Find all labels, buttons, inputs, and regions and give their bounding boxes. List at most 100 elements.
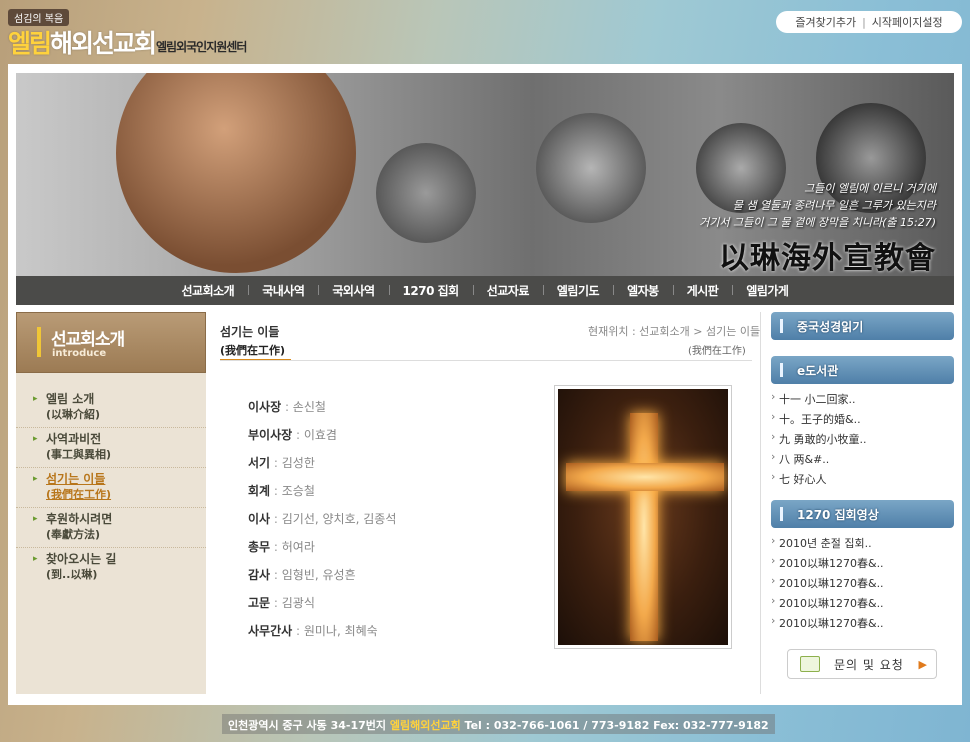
video-item[interactable]: 2010以琳1270春&..	[771, 615, 954, 635]
sidebar-item-label: 섬기는 이들	[46, 472, 106, 486]
staff-names: 임형빈, 유성흔	[281, 568, 356, 582]
staff-names: 손신철	[292, 400, 326, 414]
staff-role: 부이사장	[248, 428, 293, 442]
staff-role: 총무	[248, 540, 271, 554]
divider: |	[862, 15, 866, 29]
video-item[interactable]: 2010以琳1270春&..	[771, 555, 954, 575]
sidebar-item-label: 후원하시려면	[46, 512, 113, 526]
sidebar-item-sublabel: (奉獻方法)	[46, 528, 101, 541]
bullet-arrow-icon: ▸	[33, 434, 38, 444]
sidebar-item-sublabel: (我們在工作)	[46, 488, 112, 501]
breadcrumb: 현재위치 : 선교회소개 > 섬기는 이들	[588, 325, 761, 338]
nav-item-volunteer[interactable]: 엘자봉	[613, 282, 673, 299]
footer-bar: 인천광역시 중구 사동 34-17번지 엘림해외선교회 Tel : 032-76…	[222, 714, 775, 734]
staff-row: 서기 : 김성한	[248, 456, 315, 470]
staff-role: 이사장	[248, 400, 282, 414]
sidebar-item-directions[interactable]: ▸ 찾아오시는 길 (到..以琳)	[16, 548, 206, 588]
banner-calligraphy: 以琳海外宣教會	[719, 241, 936, 276]
banner-photo-boy	[116, 73, 356, 273]
bullet-arrow-icon: ▸	[33, 554, 38, 564]
pencil-note-icon	[800, 656, 820, 672]
library-item[interactable]: 十一 小二回家..	[771, 391, 954, 411]
nav-item-prayer[interactable]: 엘림기도	[542, 282, 613, 299]
sidebar-heading-subtitle: introduce	[52, 348, 107, 359]
video-header[interactable]: 1270 집회영상	[771, 500, 954, 528]
bookmark-link[interactable]: 즐겨찾기추가	[795, 14, 856, 30]
set-homepage-link[interactable]: 시작페이지설정	[872, 14, 943, 30]
library-item[interactable]: 十。王子的婚&..	[771, 411, 954, 431]
sidebar-item-sublabel: (事工與異相)	[46, 448, 112, 461]
nav-item-domestic[interactable]: 국내사역	[248, 282, 318, 299]
sidebar-item-label: 엘림 소개	[46, 392, 95, 406]
staff-role: 회계	[248, 484, 271, 498]
library-item[interactable]: 八 两&#..	[771, 451, 954, 471]
nav-item-resources[interactable]: 선교자료	[472, 282, 543, 299]
heading-bar	[37, 327, 41, 357]
staff-names: 이효겸	[303, 428, 337, 442]
cross-vertical	[630, 413, 658, 641]
divider	[220, 360, 752, 361]
footer-address: 인천광역시 중구 사동 34-17번지	[228, 719, 386, 732]
nav-item-overseas[interactable]: 국외사역	[318, 282, 388, 299]
hero-banner: 그들이 엘림에 이르니 거기에 물 샘 열둘과 종려나무 일흔 그루가 있는지라…	[16, 73, 954, 276]
library-header[interactable]: e도서관	[771, 356, 954, 384]
inquiry-label: 문의 및 요청	[834, 657, 904, 672]
video-item[interactable]: 2010以琳1270春&..	[771, 575, 954, 595]
nav-item-shop[interactable]: 엘림가게	[732, 282, 802, 299]
sidebar-item-donate[interactable]: ▸ 후원하시려면 (奉獻方法)	[16, 508, 206, 548]
staff-row: 회계 : 조승철	[248, 484, 315, 498]
nav-item-board[interactable]: 게시판	[672, 282, 733, 299]
staff-role: 고문	[248, 596, 271, 610]
footer-org: 엘림해외선교회	[389, 719, 461, 732]
chevron-right-icon: ▶	[918, 657, 928, 671]
banner-photo-person	[376, 143, 476, 243]
sidebar-heading-title: 선교회소개	[51, 330, 125, 350]
sidebar-menu: ▸ 엘림 소개 (以琳介紹) ▸ 사역과비전 (事工與異相) ▸ 섬기는 이들 …	[16, 388, 206, 588]
video-item[interactable]: 2010년 춘절 집회..	[771, 535, 954, 555]
breadcrumb-subtitle: (我們在工作)	[688, 346, 746, 357]
bullet-arrow-icon: ▸	[33, 394, 38, 404]
photo-image	[558, 389, 728, 645]
staff-row: 사무간사 : 원미나, 최혜숙	[248, 624, 378, 638]
logo-text: 해외선교회	[50, 29, 157, 58]
video-item[interactable]: 2010以琳1270春&..	[771, 595, 954, 615]
staff-row: 부이사장 : 이효겸	[248, 428, 337, 442]
staff-list: 이사장 : 손신철 부이사장 : 이효겸 서기 : 김성한 회계 : 조승철 이…	[248, 397, 538, 649]
library-item[interactable]: 七 好心人	[771, 471, 954, 491]
library-item[interactable]: 九 勇敢的小牧童..	[771, 431, 954, 451]
bible-reading-button[interactable]: 중국성경읽기	[771, 312, 954, 340]
banner-photo-person	[536, 113, 646, 223]
sidebar-item-label: 사역과비전	[46, 432, 102, 446]
staff-role: 이사	[248, 512, 271, 526]
logo-accent: 엘림	[8, 29, 52, 58]
site-subtitle: 엘림외국인지원센터	[156, 40, 247, 54]
cross-horizontal	[566, 463, 724, 491]
top-links: 즐겨찾기추가 | 시작페이지설정	[776, 11, 962, 33]
staff-row: 이사 : 김기선, 양치호, 김종석	[248, 512, 397, 526]
inquiry-button[interactable]: 문의 및 요청 ▶	[787, 649, 937, 679]
sidebar-item-intro[interactable]: ▸ 엘림 소개 (以琳介紹)	[16, 388, 206, 428]
staff-role: 감사	[248, 568, 271, 582]
sidebar-item-staff[interactable]: ▸ 섬기는 이들 (我們在工作)	[16, 468, 206, 508]
sidebar-heading: 선교회소개 introduce	[16, 312, 206, 373]
staff-names: 허여라	[281, 540, 315, 554]
staff-row: 이사장 : 손신철	[248, 400, 326, 414]
nav-item-intro[interactable]: 선교회소개	[168, 282, 249, 299]
nav-item-1270[interactable]: 1270 집회	[388, 282, 473, 299]
sidebar-item-sublabel: (以琳介紹)	[46, 408, 101, 421]
bullet-arrow-icon: ▸	[33, 514, 38, 524]
staff-row: 총무 : 허여라	[248, 540, 315, 554]
staff-names: 조승철	[281, 484, 315, 498]
video-list: 2010년 춘절 집회.. 2010以琳1270春&.. 2010以琳1270春…	[771, 535, 954, 635]
site-logo[interactable]: 엘림해외선교회	[8, 24, 157, 60]
sidebar-item-sublabel: (到..以琳)	[46, 568, 98, 581]
footer-contact: Tel : 032-766-1061 / 773-9182 Fex: 032-7…	[464, 719, 769, 732]
divider	[760, 312, 761, 694]
staff-names: 김광식	[281, 596, 315, 610]
sidebar-item-vision[interactable]: ▸ 사역과비전 (事工與異相)	[16, 428, 206, 468]
page-subtitle: (我們在工作)	[220, 342, 292, 361]
staff-row: 감사 : 임형빈, 유성흔	[248, 568, 356, 582]
page-title: 섬기는 이들	[220, 325, 280, 339]
candle-cross-photo	[554, 385, 732, 649]
staff-names: 김성한	[281, 456, 315, 470]
